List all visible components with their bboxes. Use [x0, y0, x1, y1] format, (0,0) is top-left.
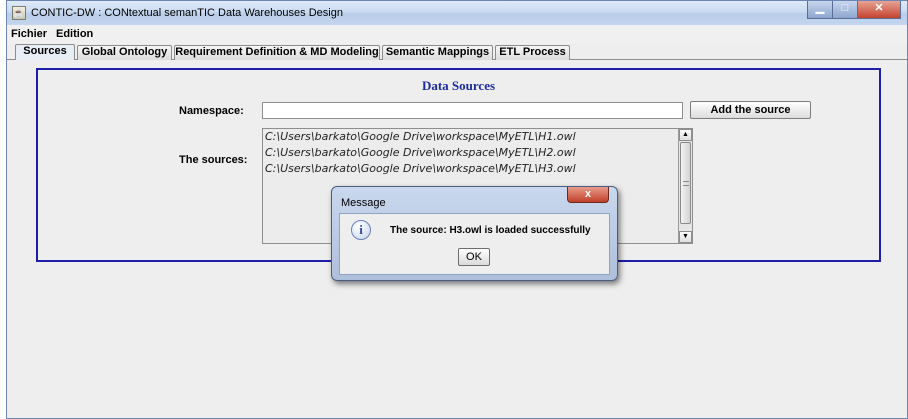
tab-etl-process[interactable]: ETL Process: [495, 45, 570, 60]
maximize-button[interactable]: □: [832, 1, 858, 19]
scroll-grip-icon: [683, 181, 689, 186]
dialog-close-button[interactable]: x: [567, 187, 609, 203]
sources-scrollbar[interactable]: ▲ ▼: [678, 129, 692, 243]
add-source-button[interactable]: Add the source: [690, 101, 811, 119]
list-item[interactable]: C:\Users\barkato\Google Drive\workspace\…: [263, 145, 692, 161]
sources-label: The sources:: [179, 154, 248, 166]
info-icon: i: [351, 220, 371, 240]
message-dialog: Message x i The source: H3.owl is loaded…: [331, 186, 618, 281]
minimize-button[interactable]: ▁: [807, 1, 833, 19]
window-title: CONTIC-DW : CONtextual semanTIC Data War…: [31, 7, 343, 19]
scroll-up-arrow-icon[interactable]: ▲: [679, 129, 692, 141]
java-cup-icon: ☕: [12, 6, 26, 20]
tab-global-ontology[interactable]: Global Ontology: [77, 45, 172, 60]
menu-edition[interactable]: Edition: [56, 28, 93, 40]
tab-bar: Sources Global Ontology Requirement Defi…: [7, 44, 907, 60]
tab-requirement-definition[interactable]: Requirement Definition & MD Modeling: [174, 45, 380, 60]
namespace-input[interactable]: [262, 102, 683, 119]
ok-button[interactable]: OK: [458, 248, 490, 266]
menu-fichier[interactable]: Fichier: [11, 28, 47, 40]
namespace-label: Namespace:: [179, 105, 244, 117]
title-bar[interactable]: ☕ CONTIC-DW : CONtextual semanTIC Data W…: [7, 1, 907, 25]
close-button[interactable]: ✕: [857, 1, 901, 19]
list-item[interactable]: C:\Users\barkato\Google Drive\workspace\…: [263, 161, 692, 177]
menu-bar: Fichier Edition: [7, 25, 907, 44]
dialog-message: The source: H3.owl is loaded successfull…: [390, 225, 591, 236]
scroll-thumb[interactable]: [680, 142, 691, 224]
panel-title: Data Sources: [421, 78, 496, 93]
window-controls: ▁ □ ✕: [807, 1, 901, 19]
dialog-body: i The source: H3.owl is loaded successfu…: [339, 213, 610, 275]
tab-semantic-mappings[interactable]: Semantic Mappings: [382, 45, 493, 60]
scroll-down-arrow-icon[interactable]: ▼: [679, 231, 692, 243]
dialog-title: Message: [341, 197, 386, 209]
app-window: ☕ CONTIC-DW : CONtextual semanTIC Data W…: [6, 0, 908, 419]
list-item[interactable]: C:\Users\barkato\Google Drive\workspace\…: [263, 129, 692, 145]
tab-sources[interactable]: Sources: [15, 44, 75, 60]
